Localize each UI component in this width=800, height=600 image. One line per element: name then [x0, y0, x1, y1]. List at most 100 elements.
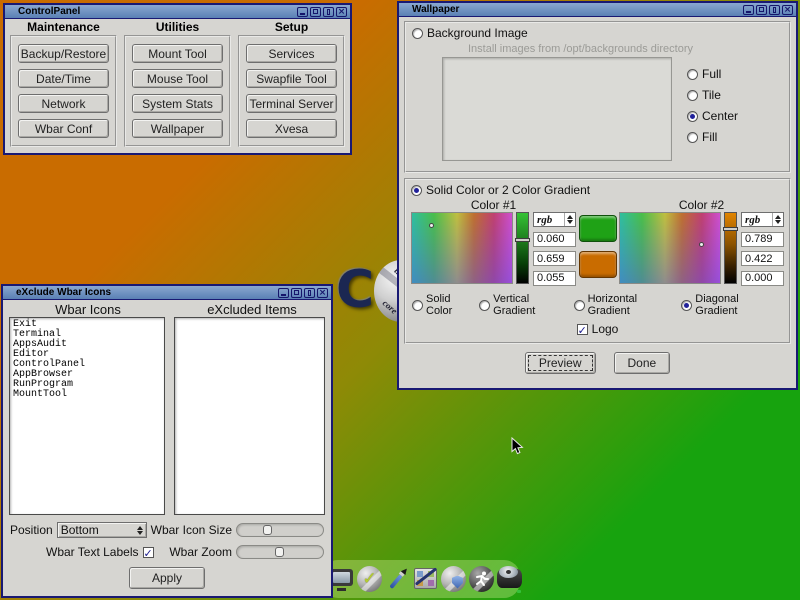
minimize-button[interactable] — [297, 7, 308, 17]
background-image-list[interactable] — [442, 57, 672, 161]
run-program-icon[interactable] — [468, 565, 495, 593]
wallpaper-titlebar[interactable]: Wallpaper × — [399, 3, 796, 17]
radio-indicator — [687, 111, 698, 122]
image-mode-label: Full — [702, 67, 721, 81]
color1-mode-choice[interactable]: rgb — [533, 212, 576, 227]
color2-value-handle[interactable] — [723, 227, 738, 231]
apply-button[interactable]: Apply — [129, 567, 205, 589]
shade-button[interactable] — [323, 7, 334, 17]
close-button[interactable]: × — [336, 7, 347, 17]
gradient-mode-radio[interactable]: Diagonal Gradient — [681, 293, 783, 317]
excluded-items-list[interactable] — [174, 317, 325, 515]
image-mode-radio[interactable]: Center — [687, 109, 738, 123]
controlpanel-button[interactable]: Xvesa — [246, 119, 337, 138]
color1-value-bar[interactable] — [516, 212, 529, 284]
icon-size-handle[interactable] — [263, 525, 272, 535]
tinycore-logo-c: C — [336, 260, 374, 320]
minimize-button[interactable] — [278, 288, 289, 298]
mount-tool-disk-icon[interactable] — [496, 565, 523, 593]
controlpanel-button[interactable]: Backup/Restore — [18, 44, 109, 63]
color1-hue-box[interactable] — [411, 212, 513, 284]
color-swatches — [576, 198, 619, 278]
preview-button[interactable]: Preview — [525, 352, 596, 374]
color2-g-field[interactable]: 0.422 — [741, 251, 784, 266]
editor-brush-icon[interactable] — [384, 565, 411, 593]
color2-value-bar[interactable] — [724, 212, 737, 284]
radio-indicator — [687, 69, 698, 80]
color1-r-field[interactable]: 0.060 — [533, 232, 576, 247]
shade-button[interactable] — [769, 5, 780, 15]
gradient-mode-radio[interactable]: Horizontal Gradient — [574, 293, 682, 317]
spinner-arrows-icon[interactable] — [772, 213, 783, 226]
minimize-button[interactable] — [743, 5, 754, 15]
exclude-titlebar[interactable]: eXclude Wbar Icons × — [3, 286, 331, 300]
controlpanel-button[interactable]: Terminal Server — [246, 94, 337, 113]
logo-checkbox-label: Logo — [592, 322, 619, 336]
controlpanel-button[interactable]: Wallpaper — [132, 119, 223, 138]
close-button[interactable]: × — [782, 5, 793, 15]
maximize-button[interactable] — [291, 288, 302, 298]
position-dropdown[interactable]: Bottom — [57, 522, 147, 538]
controlpanel-button[interactable]: Mount Tool — [132, 44, 223, 63]
excluded-items-header: eXcluded Items — [173, 302, 331, 317]
controlpanel-button[interactable]: Date/Time — [18, 69, 109, 88]
logo-checkbox[interactable] — [577, 324, 588, 335]
image-mode-radio[interactable]: Fill — [687, 130, 738, 144]
image-mode-radio[interactable]: Full — [687, 67, 738, 81]
color2-marker[interactable] — [699, 242, 704, 247]
image-mode-radio[interactable]: Tile — [687, 88, 738, 102]
controlpanel-titlebar[interactable]: ControlPanel × — [5, 5, 350, 19]
controlpanel-button[interactable]: System Stats — [132, 94, 223, 113]
color2-hue-box[interactable] — [619, 212, 721, 284]
wbar-icons-header: Wbar Icons — [3, 302, 173, 317]
controlpanel-button[interactable]: Services — [246, 44, 337, 63]
gradient-mode-label: Horizontal Gradient — [588, 293, 682, 317]
background-image-radio[interactable]: Background Image — [412, 26, 783, 40]
text-labels-label: Wbar Text Labels — [46, 545, 139, 559]
icon-size-slider[interactable] — [236, 523, 324, 537]
color1-value-handle[interactable] — [515, 238, 530, 242]
solid-color-radio[interactable]: Solid Color or 2 Color Gradient — [411, 183, 784, 197]
wbar-zoom-handle[interactable] — [275, 547, 284, 557]
done-button[interactable]: Done — [614, 352, 671, 374]
maximize-button[interactable] — [310, 7, 321, 17]
gradient-mode-radio[interactable]: Vertical Gradient — [479, 293, 573, 317]
wbar-zoom-label: Wbar Zoom — [169, 545, 232, 559]
text-labels-checkbox[interactable] — [143, 547, 154, 558]
controlpanel-button[interactable]: Network — [18, 94, 109, 113]
controlpanel-button[interactable]: Swapfile Tool — [246, 69, 337, 88]
color2-group: Color #2 rgb 0.789 0.422 — [619, 198, 784, 286]
color2-mode-choice[interactable]: rgb — [741, 212, 784, 227]
color1-label: Color #1 — [411, 198, 576, 212]
color1-marker[interactable] — [429, 223, 434, 228]
gradient-mode-label: Diagonal Gradient — [695, 293, 783, 317]
shade-button[interactable] — [304, 288, 315, 298]
app-browser-shield-icon[interactable] — [440, 565, 467, 593]
exclude-wbar-icons-window: eXclude Wbar Icons × Wbar Icons eXcluded… — [1, 284, 333, 598]
logo-checkbox-row[interactable]: Logo — [577, 322, 619, 336]
gradient-mode-radio[interactable]: Solid Color — [412, 293, 479, 317]
color2-b-field[interactable]: 0.000 — [741, 271, 784, 286]
controlpanel-button[interactable]: Mouse Tool — [132, 69, 223, 88]
section-box-setup: Services Swapfile Tool Terminal Server Xves… — [238, 35, 345, 147]
control-panel-icon[interactable] — [412, 565, 439, 593]
image-mode-label: Center — [702, 109, 738, 123]
wbar-taskbar: ✓ — [322, 560, 520, 598]
color1-g-field[interactable]: 0.659 — [533, 251, 576, 266]
spinner-arrows-icon[interactable] — [564, 213, 575, 226]
controlpanel-button[interactable]: Wbar Conf — [18, 119, 109, 138]
spinner-arrows-icon[interactable] — [135, 523, 146, 537]
wbar-zoom-slider[interactable] — [236, 545, 324, 559]
wbar-icons-list[interactable]: ExitTerminalAppsAuditEditorControlPanelA… — [9, 317, 165, 515]
color2-r-field[interactable]: 0.789 — [741, 232, 784, 247]
color2-label: Color #2 — [619, 198, 784, 212]
maximize-button[interactable] — [756, 5, 767, 15]
list-item[interactable]: MountTool — [13, 390, 161, 400]
position-value: Bottom — [58, 523, 135, 537]
runner-glyph — [473, 570, 491, 588]
color1-mode-label: rgb — [534, 214, 564, 226]
radio-indicator — [412, 28, 423, 39]
color1-b-field[interactable]: 0.055 — [533, 271, 576, 286]
text-labels-row[interactable]: Wbar Text Labels — [46, 545, 154, 559]
close-button[interactable]: × — [317, 288, 328, 298]
